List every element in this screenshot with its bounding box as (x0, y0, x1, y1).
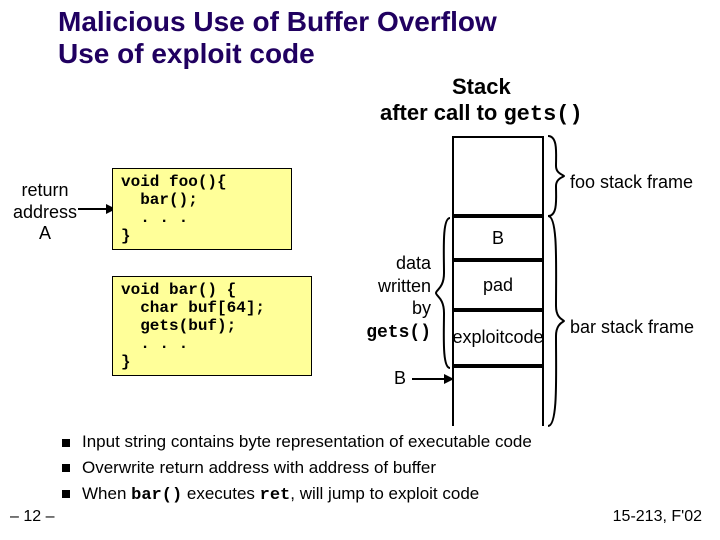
bullet-icon (62, 439, 70, 447)
bullet-list: Input string contains byte representatio… (62, 430, 532, 509)
data-written-label: data written by gets() (356, 252, 431, 344)
stack-heading-code: gets() (503, 102, 582, 127)
cell-exploit-code: exploit code (454, 310, 542, 366)
stack-heading: Stack after call to gets() (380, 74, 583, 127)
arrow-b-to-stack (412, 372, 456, 386)
stack-diagram: B pad exploit code (452, 136, 544, 426)
cell-return-b: B (454, 216, 542, 260)
brace-foo-frame (546, 136, 566, 216)
code-bar: void bar() { char buf[64]; gets(buf); . … (112, 276, 312, 376)
foo-frame-label: foo stack frame (570, 172, 693, 193)
bullet-2: Overwrite return address with address of… (62, 456, 532, 480)
bullet-icon (62, 490, 70, 498)
cell-foo-frame (454, 136, 542, 216)
code-foo: void foo(){ bar(); . . . } (112, 168, 292, 250)
title-line-1: Malicious Use of Buffer Overflow (58, 6, 497, 37)
return-address-label: return address A (10, 180, 80, 245)
stack-heading-line1: Stack (452, 74, 511, 99)
cell-pad: pad (454, 260, 542, 310)
cell-bar-remainder (454, 366, 542, 426)
slide-number: – 12 – (10, 508, 54, 526)
b-pointer-label: B (394, 368, 406, 389)
stack-heading-line2-text: after call to (380, 100, 503, 125)
bullet-icon (62, 464, 70, 472)
title-line-2: Use of exploit code (58, 38, 315, 69)
course-footer: 15-213, F'02 (613, 508, 702, 526)
bullet-3: When bar() executes ret, will jump to ex… (62, 482, 532, 508)
bar-frame-label: bar stack frame (570, 317, 694, 338)
bullet-1: Input string contains byte representatio… (62, 430, 532, 454)
slide-title: Malicious Use of Buffer Overflow Use of … (58, 6, 497, 70)
brace-bar-frame (546, 216, 566, 426)
